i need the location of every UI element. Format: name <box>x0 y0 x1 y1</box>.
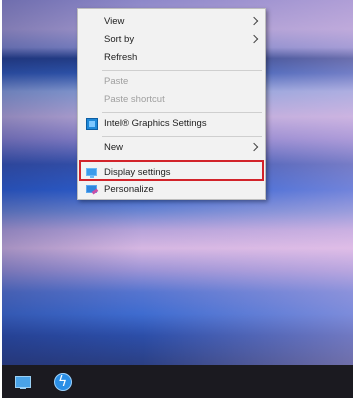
menu-item-personalize[interactable]: Personalize <box>78 181 265 199</box>
chevron-right-icon <box>249 142 259 152</box>
menu-item-label: Refresh <box>104 52 138 63</box>
menu-separator <box>102 112 262 113</box>
thunderbolt-icon[interactable]: ϟ <box>54 373 72 391</box>
menu-item-sort-by[interactable]: Sort by <box>78 31 265 49</box>
menu-item-paste: Paste <box>78 73 265 91</box>
menu-item-label: Display settings <box>104 167 171 178</box>
menu-item-intel-graphics-settings[interactable]: Intel® Graphics Settings <box>78 115 265 133</box>
computer-icon[interactable] <box>14 373 32 391</box>
menu-item-new[interactable]: New <box>78 139 265 157</box>
personalize-icon <box>86 184 99 196</box>
menu-item-view[interactable]: View <box>78 13 265 31</box>
menu-item-label: Paste shortcut <box>104 94 165 105</box>
taskbar: ϟ <box>2 365 353 398</box>
menu-item-label: New <box>104 142 124 153</box>
menu-item-label: Paste <box>104 76 129 87</box>
menu-item-label: Intel® Graphics Settings <box>104 118 207 129</box>
desktop-context-menu: View Sort by Refresh Paste Paste shortcu… <box>77 8 266 200</box>
menu-item-paste-shortcut: Paste shortcut <box>78 91 265 109</box>
display-icon <box>86 167 98 179</box>
menu-item-label: Sort by <box>104 34 135 45</box>
chevron-right-icon <box>249 34 259 44</box>
menu-item-display-settings[interactable]: Display settings <box>78 164 265 182</box>
menu-separator <box>102 136 262 137</box>
menu-item-label: View <box>104 16 125 27</box>
menu-item-refresh[interactable]: Refresh <box>78 49 265 67</box>
menu-separator <box>102 70 262 71</box>
intel-graphics-icon <box>86 118 98 130</box>
menu-separator <box>102 160 262 161</box>
menu-item-label: Personalize <box>104 184 154 195</box>
chevron-right-icon <box>249 16 259 26</box>
